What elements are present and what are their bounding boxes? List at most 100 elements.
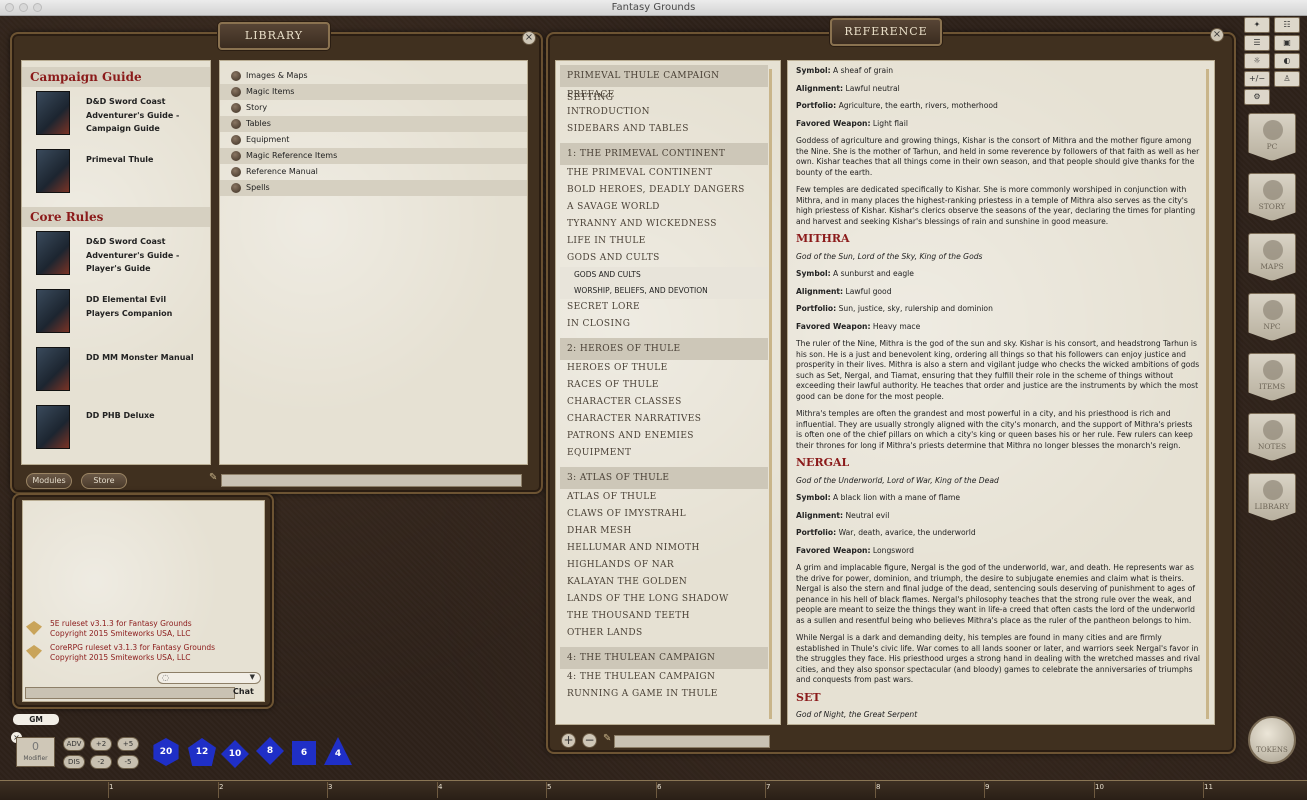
hotkey-slot[interactable] xyxy=(657,781,765,799)
hotkey-slot[interactable] xyxy=(1095,781,1203,799)
module-item[interactable]: Magic Items xyxy=(220,84,527,100)
d4-die-icon[interactable]: 4 xyxy=(324,737,352,765)
module-item[interactable]: Spells xyxy=(220,180,527,196)
toc-item[interactable]: Bold Heroes, Deadly Dangers xyxy=(560,182,768,199)
hotkey-slot[interactable] xyxy=(438,781,546,799)
chat-send-label[interactable]: Chat xyxy=(233,687,254,696)
toc-item[interactable]: Hellumar and Nimoth xyxy=(560,540,768,557)
sidebar-tool-button[interactable]: ☷ xyxy=(1274,17,1300,33)
chat-input[interactable] xyxy=(25,687,235,699)
identity-gm[interactable]: GM xyxy=(13,714,59,725)
toc-chapter[interactable]: 1: The Primeval Continent xyxy=(560,143,768,165)
module-item[interactable]: Reference Manual xyxy=(220,164,527,180)
d12-die-icon[interactable]: 12 xyxy=(188,738,216,766)
window-close-light[interactable] xyxy=(5,3,14,12)
d8-die-icon[interactable]: 8 xyxy=(256,737,284,765)
chat-mode-select[interactable]: ◌ ▼ xyxy=(157,672,261,684)
toc-item[interactable]: Races of Thule xyxy=(560,377,768,394)
toc-chapter[interactable]: 3: Atlas of Thule xyxy=(560,467,768,489)
sidebar-item-notes[interactable]: NOTES xyxy=(1248,413,1296,461)
sidebar-item-maps[interactable]: MAPS xyxy=(1248,233,1296,281)
toc-item[interactable]: Sidebars and Tables xyxy=(560,121,768,138)
toc-item[interactable]: The Primeval Continent xyxy=(560,165,768,182)
sidebar-tool-button[interactable]: ▣ xyxy=(1274,35,1300,51)
zoom-out-button[interactable]: − xyxy=(582,733,597,748)
hotkey-slot[interactable] xyxy=(219,781,327,799)
toc-item[interactable]: Highlands of Nar xyxy=(560,557,768,574)
sidebar-item-story[interactable]: STORY xyxy=(1248,173,1296,221)
toc-item[interactable]: Life in Thule xyxy=(560,233,768,250)
minus-5-button[interactable]: -5 xyxy=(117,755,139,769)
sidebar-tool-button[interactable]: ⚙ xyxy=(1244,89,1270,105)
toc-item[interactable]: Equipment xyxy=(560,445,768,462)
toc-subitem[interactable]: Worship, Beliefs, and Devotion xyxy=(560,283,768,299)
reference-close-button[interactable]: × xyxy=(1210,28,1224,42)
toc-item[interactable]: Character Narratives xyxy=(560,411,768,428)
dis-button[interactable]: DIS xyxy=(63,755,85,769)
hotkey-slot[interactable] xyxy=(876,781,984,799)
toc-item[interactable]: Heroes of Thule xyxy=(560,360,768,377)
toc-item[interactable]: Patrons and Enemies xyxy=(560,428,768,445)
toc-item[interactable]: Claws of Imystrahl xyxy=(560,506,768,523)
library-close-button[interactable]: × xyxy=(522,31,536,45)
hotkey-slot[interactable] xyxy=(767,781,875,799)
toc-item[interactable]: Dhar Mesh xyxy=(560,523,768,540)
toc-item[interactable]: Kalayan the Golden xyxy=(560,574,768,591)
toc-item[interactable]: A Savage World xyxy=(560,199,768,216)
library-search-input[interactable] xyxy=(221,474,522,487)
toc-chapter[interactable]: 4: The Thulean Campaign xyxy=(560,647,768,669)
toc-item[interactable]: Running a Game in Thule xyxy=(560,686,768,703)
sidebar-tool-button[interactable]: ◐ xyxy=(1274,53,1300,69)
toc-item[interactable]: Tyranny and Wickedness xyxy=(560,216,768,233)
toc-item[interactable]: Gods and Cults xyxy=(560,250,768,267)
zoom-in-button[interactable]: + xyxy=(561,733,576,748)
toc-item[interactable]: Other Lands xyxy=(560,625,768,642)
toc-item[interactable]: Preface xyxy=(560,87,768,104)
library-book[interactable]: D&D Sword Coast Adventurer's Guide - Pla… xyxy=(22,227,210,285)
hotkey-slot[interactable] xyxy=(110,781,218,799)
hotkey-slot[interactable] xyxy=(548,781,656,799)
plus-2-button[interactable]: +2 xyxy=(90,737,112,751)
toc-chapter[interactable]: Primeval Thule Campaign Setting xyxy=(560,65,768,103)
sidebar-item-items[interactable]: ITEMS xyxy=(1248,353,1296,401)
modules-button[interactable]: Modules xyxy=(26,473,72,489)
window-minimize-light[interactable] xyxy=(19,3,28,12)
sidebar-item-library[interactable]: LIBRARY xyxy=(1248,473,1296,521)
sidebar-item-pc[interactable]: PC xyxy=(1248,113,1296,161)
modifier-box[interactable]: 0 Modifier xyxy=(16,737,55,767)
sidebar-tool-button[interactable]: ✦ xyxy=(1244,17,1270,33)
minus-2-button[interactable]: -2 xyxy=(90,755,112,769)
d6-die-icon[interactable]: 6 xyxy=(292,741,316,765)
library-book[interactable]: D&D Sword Coast Adventurer's Guide - Cam… xyxy=(22,87,210,145)
content-scrollbar[interactable] xyxy=(1206,69,1209,719)
module-item[interactable]: Equipment xyxy=(220,132,527,148)
toc-chapter[interactable]: 2: Heroes of Thule xyxy=(560,338,768,360)
hotkey-slot[interactable] xyxy=(1205,781,1307,799)
toc-subitem[interactable]: Gods and Cults xyxy=(560,267,768,283)
toc-item[interactable]: Introduction xyxy=(560,104,768,121)
hotkey-slot[interactable] xyxy=(0,781,108,799)
plus-5-button[interactable]: +5 xyxy=(117,737,139,751)
library-book[interactable]: DD PHB Deluxe xyxy=(22,401,210,459)
module-item[interactable]: Tables xyxy=(220,116,527,132)
sidebar-tool-button[interactable]: ♙ xyxy=(1274,71,1300,87)
library-book[interactable]: DD Elemental Evil Players Companion xyxy=(22,285,210,343)
toc-item[interactable]: Lands of the Long Shadow xyxy=(560,591,768,608)
toc-item[interactable]: The Thousand Teeth xyxy=(560,608,768,625)
tokens-button[interactable]: TOKENS xyxy=(1248,716,1296,764)
reference-search-input[interactable] xyxy=(614,735,770,748)
sidebar-item-npc[interactable]: NPC xyxy=(1248,293,1296,341)
toc-item[interactable]: Character Classes xyxy=(560,394,768,411)
library-book[interactable]: Primeval Thule xyxy=(22,145,210,203)
module-item[interactable]: Magic Reference Items xyxy=(220,148,527,164)
module-item[interactable]: Story xyxy=(220,100,527,116)
d20-die-icon[interactable]: 20 xyxy=(153,738,179,766)
toc-scrollbar[interactable] xyxy=(769,69,772,719)
sidebar-tool-button[interactable]: +/− xyxy=(1244,71,1270,87)
library-book[interactable]: DD MM Monster Manual xyxy=(22,343,210,401)
window-zoom-light[interactable] xyxy=(33,3,42,12)
toc-item[interactable]: Secret Lore xyxy=(560,299,768,316)
toc-item[interactable]: 4: The Thulean Campaign xyxy=(560,669,768,686)
sidebar-tool-button[interactable]: ☰ xyxy=(1244,35,1270,51)
toc-item[interactable]: Atlas of Thule xyxy=(560,489,768,506)
